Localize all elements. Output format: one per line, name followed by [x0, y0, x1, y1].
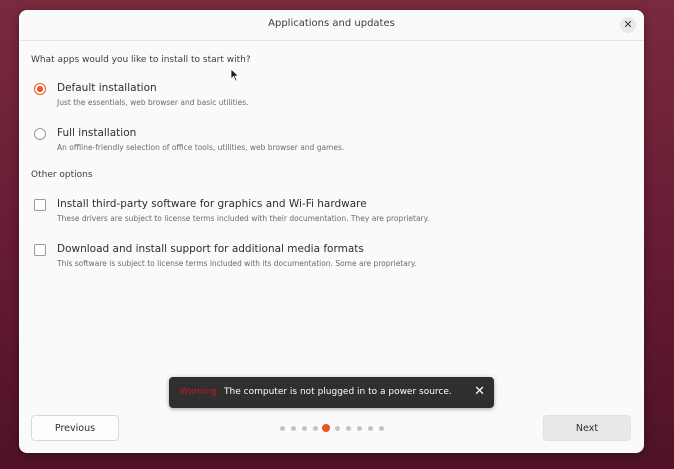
toast-warning-label: Warning:	[180, 387, 221, 397]
third-party-software-label[interactable]: Install third-party software for graphic…	[57, 198, 367, 210]
progress-dot	[335, 426, 340, 431]
default-installation-radio[interactable]	[34, 83, 46, 95]
next-button[interactable]: Next	[543, 415, 631, 441]
window-title: Applications and updates	[268, 18, 395, 29]
title-bar: Applications and updates ✕	[19, 10, 644, 41]
progress-dot	[346, 426, 351, 431]
progress-dot	[302, 426, 307, 431]
default-installation-description: Just the essentials, web browser and bas…	[57, 98, 249, 107]
progress-dot	[379, 426, 384, 431]
power-warning-toast: Warning: The computer is not plugged in t…	[169, 377, 494, 408]
installer-window: Applications and updates ✕ What apps wou…	[19, 10, 644, 453]
close-icon: ✕	[474, 384, 485, 399]
third-party-software-checkbox[interactable]	[34, 199, 46, 211]
full-installation-label[interactable]: Full installation	[57, 127, 136, 139]
progress-dot	[313, 426, 318, 431]
media-formats-checkbox[interactable]	[34, 244, 46, 256]
progress-dot-active	[322, 424, 330, 432]
progress-dot	[280, 426, 285, 431]
progress-dot	[368, 426, 373, 431]
other-options-heading: Other options	[31, 170, 93, 180]
install-question: What apps would you like to install to s…	[31, 55, 251, 65]
progress-dot	[291, 426, 296, 431]
progress-dot	[357, 426, 362, 431]
full-installation-radio[interactable]	[34, 128, 46, 140]
third-party-software-description: These drivers are subject to license ter…	[57, 214, 430, 223]
full-installation-description: An offline-friendly selection of office …	[57, 143, 345, 152]
toast-text: Warning: The computer is not plugged in t…	[180, 387, 452, 397]
mouse-pointer-icon	[230, 67, 240, 86]
toast-close-button[interactable]: ✕	[474, 384, 485, 400]
toast-message: The computer is not plugged in to a powe…	[224, 387, 452, 397]
media-formats-label[interactable]: Download and install support for additio…	[57, 243, 364, 255]
previous-button[interactable]: Previous	[31, 415, 119, 441]
window-close-button[interactable]: ✕	[620, 17, 636, 33]
close-icon: ✕	[623, 18, 633, 31]
media-formats-description: This software is subject to license term…	[57, 259, 417, 268]
default-installation-label[interactable]: Default installation	[57, 82, 157, 94]
